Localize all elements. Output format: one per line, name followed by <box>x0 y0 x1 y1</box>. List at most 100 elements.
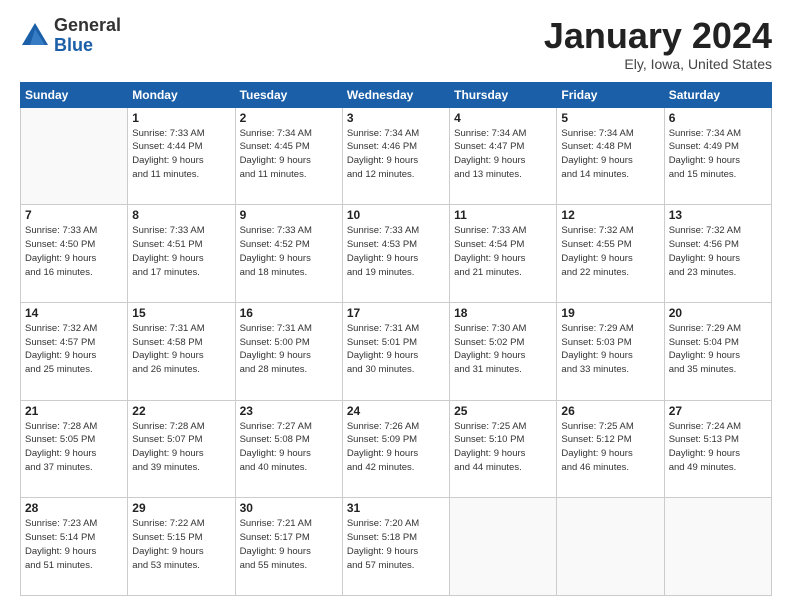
day-number: 26 <box>561 404 659 418</box>
calendar-cell: 1 Sunrise: 7:33 AMSunset: 4:44 PMDaylight… <box>128 107 235 205</box>
day-info: Sunrise: 7:31 AMSunset: 5:01 PMDaylight:… <box>347 322 445 377</box>
header-monday: Monday <box>128 82 235 107</box>
calendar-cell: 12 Sunrise: 7:32 AMSunset: 4:55 PMDayligh… <box>557 205 664 303</box>
day-info: Sunrise: 7:20 AMSunset: 5:18 PMDaylight:… <box>347 517 445 572</box>
header: General Blue January 2024 Ely, Iowa, Uni… <box>20 16 772 72</box>
logo-general-text: General <box>54 16 121 36</box>
calendar-cell: 20Sunrise: 7:29 AMSunset: 5:04 PMDayligh… <box>664 302 771 400</box>
day-info: Sunrise: 7:25 AMSunset: 5:12 PMDaylight:… <box>561 420 659 475</box>
calendar-cell: 19 Sunrise: 7:29 AMSunset: 5:03 PMDayligh… <box>557 302 664 400</box>
calendar-week-row-2: 14Sunrise: 7:32 AMSunset: 4:57 PMDayligh… <box>21 302 772 400</box>
day-info: Sunrise: 7:31 AMSunset: 4:58 PMDaylight:… <box>132 322 230 377</box>
calendar-week-row-1: 7 Sunrise: 7:33 AMSunset: 4:50 PMDaylight… <box>21 205 772 303</box>
calendar-cell: 4Sunrise: 7:34 AMSunset: 4:47 PMDaylight… <box>450 107 557 205</box>
calendar-cell: 23Sunrise: 7:27 AMSunset: 5:08 PMDayligh… <box>235 400 342 498</box>
logo-text: General Blue <box>54 16 121 56</box>
calendar-cell: 3 Sunrise: 7:34 AMSunset: 4:46 PMDaylight… <box>342 107 449 205</box>
calendar-header-row: Sunday Monday Tuesday Wednesday Thursday… <box>21 82 772 107</box>
day-number: 6 <box>669 111 767 125</box>
day-info: Sunrise: 7:25 AMSunset: 5:10 PMDaylight:… <box>454 420 552 475</box>
day-number: 13 <box>669 208 767 222</box>
day-info: Sunrise: 7:26 AMSunset: 5:09 PMDaylight:… <box>347 420 445 475</box>
header-tuesday: Tuesday <box>235 82 342 107</box>
day-info: Sunrise: 7:33 AMSunset: 4:52 PMDaylight:… <box>240 224 338 279</box>
day-number: 15 <box>132 306 230 320</box>
day-info: Sunrise: 7:34 AMSunset: 4:48 PMDaylight:… <box>561 127 659 182</box>
day-info: Sunrise: 7:23 AMSunset: 5:14 PMDaylight:… <box>25 517 123 572</box>
day-info: Sunrise: 7:32 AMSunset: 4:55 PMDaylight:… <box>561 224 659 279</box>
day-number: 12 <box>561 208 659 222</box>
calendar-cell: 24 Sunrise: 7:26 AMSunset: 5:09 PMDayligh… <box>342 400 449 498</box>
calendar-cell: 30Sunrise: 7:21 AMSunset: 5:17 PMDayligh… <box>235 498 342 596</box>
calendar-cell <box>450 498 557 596</box>
calendar-cell: 15 Sunrise: 7:31 AMSunset: 4:58 PMDayligh… <box>128 302 235 400</box>
day-info: Sunrise: 7:32 AMSunset: 4:56 PMDaylight:… <box>669 224 767 279</box>
calendar-cell: 31 Sunrise: 7:20 AMSunset: 5:18 PMDayligh… <box>342 498 449 596</box>
day-number: 24 <box>347 404 445 418</box>
calendar-week-row-3: 21Sunrise: 7:28 AMSunset: 5:05 PMDayligh… <box>21 400 772 498</box>
day-number: 29 <box>132 501 230 515</box>
day-number: 19 <box>561 306 659 320</box>
calendar-cell: 22 Sunrise: 7:28 AMSunset: 5:07 PMDayligh… <box>128 400 235 498</box>
day-info: Sunrise: 7:32 AMSunset: 4:57 PMDaylight:… <box>25 322 123 377</box>
location: Ely, Iowa, United States <box>544 56 772 72</box>
day-number: 1 <box>132 111 230 125</box>
day-number: 31 <box>347 501 445 515</box>
day-info: Sunrise: 7:22 AMSunset: 5:15 PMDaylight:… <box>132 517 230 572</box>
day-info: Sunrise: 7:34 AMSunset: 4:45 PMDaylight:… <box>240 127 338 182</box>
calendar-cell: 16Sunrise: 7:31 AMSunset: 5:00 PMDayligh… <box>235 302 342 400</box>
day-number: 3 <box>347 111 445 125</box>
day-info: Sunrise: 7:33 AMSunset: 4:44 PMDaylight:… <box>132 127 230 182</box>
day-number: 30 <box>240 501 338 515</box>
header-wednesday: Wednesday <box>342 82 449 107</box>
calendar-cell: 9 Sunrise: 7:33 AMSunset: 4:52 PMDaylight… <box>235 205 342 303</box>
day-info: Sunrise: 7:27 AMSunset: 5:08 PMDaylight:… <box>240 420 338 475</box>
day-number: 28 <box>25 501 123 515</box>
day-number: 8 <box>132 208 230 222</box>
day-info: Sunrise: 7:24 AMSunset: 5:13 PMDaylight:… <box>669 420 767 475</box>
title-area: January 2024 Ely, Iowa, United States <box>544 16 772 72</box>
header-sunday: Sunday <box>21 82 128 107</box>
calendar-cell: 2Sunrise: 7:34 AMSunset: 4:45 PMDaylight… <box>235 107 342 205</box>
day-number: 7 <box>25 208 123 222</box>
calendar-cell: 17 Sunrise: 7:31 AMSunset: 5:01 PMDayligh… <box>342 302 449 400</box>
day-number: 9 <box>240 208 338 222</box>
calendar-cell: 21Sunrise: 7:28 AMSunset: 5:05 PMDayligh… <box>21 400 128 498</box>
day-info: Sunrise: 7:31 AMSunset: 5:00 PMDaylight:… <box>240 322 338 377</box>
day-number: 22 <box>132 404 230 418</box>
calendar-cell <box>21 107 128 205</box>
calendar-table: Sunday Monday Tuesday Wednesday Thursday… <box>20 82 772 596</box>
calendar-cell: 10Sunrise: 7:33 AMSunset: 4:53 PMDayligh… <box>342 205 449 303</box>
calendar-cell: 6 Sunrise: 7:34 AMSunset: 4:49 PMDaylight… <box>664 107 771 205</box>
calendar-cell: 28 Sunrise: 7:23 AMSunset: 5:14 PMDayligh… <box>21 498 128 596</box>
day-number: 17 <box>347 306 445 320</box>
day-info: Sunrise: 7:34 AMSunset: 4:46 PMDaylight:… <box>347 127 445 182</box>
calendar-cell: 26 Sunrise: 7:25 AMSunset: 5:12 PMDayligh… <box>557 400 664 498</box>
day-number: 18 <box>454 306 552 320</box>
day-info: Sunrise: 7:28 AMSunset: 5:07 PMDaylight:… <box>132 420 230 475</box>
header-saturday: Saturday <box>664 82 771 107</box>
calendar-cell: 29 Sunrise: 7:22 AMSunset: 5:15 PMDayligh… <box>128 498 235 596</box>
day-number: 27 <box>669 404 767 418</box>
day-info: Sunrise: 7:34 AMSunset: 4:49 PMDaylight:… <box>669 127 767 182</box>
logo: General Blue <box>20 16 121 56</box>
header-friday: Friday <box>557 82 664 107</box>
day-info: Sunrise: 7:33 AMSunset: 4:50 PMDaylight:… <box>25 224 123 279</box>
day-info: Sunrise: 7:33 AMSunset: 4:51 PMDaylight:… <box>132 224 230 279</box>
day-info: Sunrise: 7:29 AMSunset: 5:03 PMDaylight:… <box>561 322 659 377</box>
calendar-cell: 7 Sunrise: 7:33 AMSunset: 4:50 PMDaylight… <box>21 205 128 303</box>
calendar-week-row-4: 28 Sunrise: 7:23 AMSunset: 5:14 PMDayligh… <box>21 498 772 596</box>
day-number: 10 <box>347 208 445 222</box>
calendar-cell: 14Sunrise: 7:32 AMSunset: 4:57 PMDayligh… <box>21 302 128 400</box>
day-info: Sunrise: 7:28 AMSunset: 5:05 PMDaylight:… <box>25 420 123 475</box>
day-number: 11 <box>454 208 552 222</box>
page: General Blue January 2024 Ely, Iowa, Uni… <box>0 0 792 612</box>
day-number: 25 <box>454 404 552 418</box>
day-info: Sunrise: 7:33 AMSunset: 4:54 PMDaylight:… <box>454 224 552 279</box>
calendar-cell: 8 Sunrise: 7:33 AMSunset: 4:51 PMDaylight… <box>128 205 235 303</box>
calendar-cell <box>664 498 771 596</box>
day-number: 20 <box>669 306 767 320</box>
day-number: 4 <box>454 111 552 125</box>
day-number: 5 <box>561 111 659 125</box>
header-thursday: Thursday <box>450 82 557 107</box>
